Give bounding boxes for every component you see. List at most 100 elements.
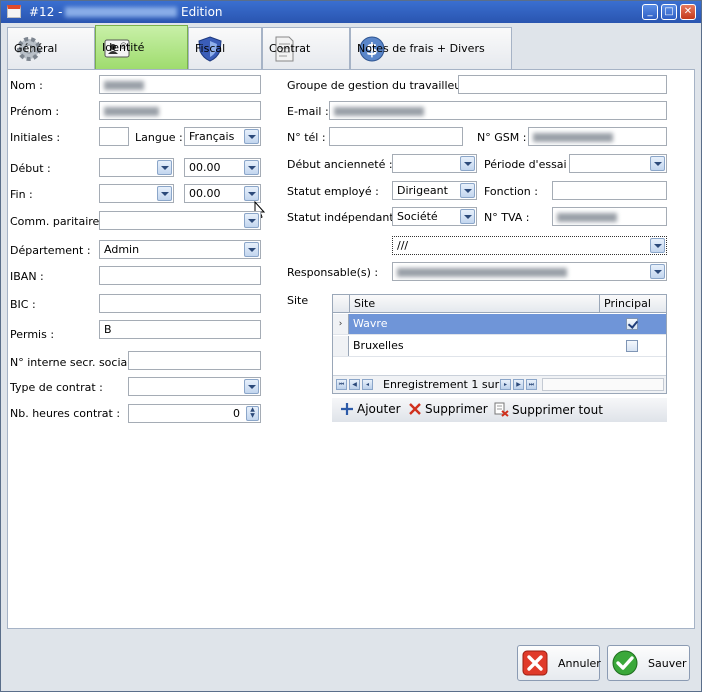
chevron-down-icon[interactable]	[244, 242, 259, 257]
type-contrat-select[interactable]	[128, 377, 261, 396]
chevron-down-icon[interactable]	[460, 156, 475, 171]
tab-strip: Général @ Identité Fiscal Contrat $ Note…	[7, 25, 697, 69]
debut-date-select[interactable]	[99, 158, 174, 177]
email-field[interactable]	[329, 101, 667, 120]
chevron-down-icon[interactable]	[650, 264, 665, 279]
title-bar[interactable]: #12 - Edition _ □ ✕	[1, 1, 701, 23]
row-pointer-icon: ›	[333, 314, 349, 334]
chevron-down-icon[interactable]	[460, 209, 475, 224]
app-icon	[7, 5, 21, 18]
statut-employe-select[interactable]: Dirigeant	[392, 181, 477, 200]
delete-all-sites-button[interactable]: Supprimer tout	[494, 402, 603, 417]
delete-icon	[409, 403, 421, 415]
essai-select[interactable]	[569, 154, 667, 173]
chevron-down-icon[interactable]	[244, 379, 259, 394]
prev-page-icon[interactable]: ◀	[349, 379, 360, 390]
nom-field[interactable]	[99, 75, 261, 94]
departement-select[interactable]: Admin	[99, 240, 261, 259]
langue-value: Français	[189, 130, 235, 143]
comm-paritaire-label: Comm. paritaire :	[10, 215, 107, 228]
column-header-principal[interactable]: Principal	[599, 295, 666, 313]
heures-value: 0	[233, 407, 240, 420]
add-site-button[interactable]: Ajouter	[340, 402, 401, 416]
permis-field[interactable]: B	[99, 320, 261, 339]
site-grid: Site Principal › Wavre Bruxelles ⏮ ◀ ◂ E…	[332, 294, 667, 394]
prenom-field[interactable]	[99, 101, 261, 120]
fin-date-select[interactable]	[99, 184, 174, 203]
redacted-value	[533, 132, 613, 142]
site-cell[interactable]: Wavre	[353, 317, 387, 330]
last-record-icon[interactable]: ⏭	[526, 379, 537, 390]
tab-fiscal[interactable]: Fiscal	[188, 27, 262, 69]
chevron-down-icon[interactable]	[650, 238, 665, 253]
close-button[interactable]: ✕	[680, 4, 696, 20]
save-button[interactable]: Sauver	[607, 645, 690, 681]
chevron-down-icon[interactable]	[244, 186, 259, 201]
column-header-site[interactable]: Site	[349, 295, 599, 313]
departement-value: Admin	[104, 243, 140, 256]
minimize-button[interactable]: _	[642, 4, 658, 20]
redacted-title	[65, 7, 177, 17]
fin-time-value: 00.00	[189, 187, 221, 200]
tab-general[interactable]: Général	[7, 27, 95, 69]
next-page-icon[interactable]: ▶	[513, 379, 524, 390]
langue-label: Langue :	[135, 131, 183, 144]
statut-independant-value: Société	[397, 210, 438, 223]
debut-time-select[interactable]: 00.00	[184, 158, 261, 177]
tva-label: N° TVA :	[484, 211, 530, 224]
tab-notes-label: Notes de frais + Divers	[357, 42, 485, 55]
first-record-icon[interactable]: ⏮	[336, 379, 347, 390]
initiales-field[interactable]	[99, 127, 129, 146]
email-label: E-mail :	[287, 105, 329, 118]
spinner-arrows-icon[interactable]: ▲ ▼	[246, 406, 259, 421]
statut-independant-label: Statut indépendant :	[287, 211, 401, 224]
tab-identite[interactable]: @ Identité	[95, 25, 188, 69]
chevron-down-icon[interactable]	[650, 156, 665, 171]
tva-field[interactable]	[552, 207, 667, 226]
window-title-prefix: #12 -	[29, 5, 63, 19]
iban-field[interactable]	[99, 266, 261, 285]
fin-time-select[interactable]: 00.00	[184, 184, 261, 203]
statut-independant-select[interactable]: Société	[392, 207, 477, 226]
tab-notes-de-frais[interactable]: $ Notes de frais + Divers	[350, 27, 512, 69]
statut-employe-label: Statut employé :	[287, 185, 379, 198]
groupe-field[interactable]	[458, 75, 667, 94]
groupe-label: Groupe de gestion du travailleur :	[287, 79, 473, 92]
interne-field[interactable]	[128, 351, 261, 370]
langue-select[interactable]: Français	[184, 127, 261, 146]
comm-paritaire-select[interactable]	[99, 211, 261, 230]
tab-contrat[interactable]: Contrat	[262, 27, 350, 69]
chevron-down-icon[interactable]	[244, 160, 259, 175]
heures-spinner[interactable]: 0 ▲ ▼	[128, 404, 261, 423]
table-row[interactable]: › Wavre	[333, 314, 666, 335]
chevron-down-icon[interactable]	[460, 183, 475, 198]
cancel-button[interactable]: Annuler	[517, 645, 601, 681]
site-cell[interactable]: Bruxelles	[353, 339, 404, 352]
principal-checkbox[interactable]	[626, 318, 638, 330]
pager-text: Enregistrement 1 sur 2	[383, 378, 510, 391]
bic-field[interactable]	[99, 294, 261, 313]
delete-site-button[interactable]: Supprimer	[408, 402, 488, 416]
fonction-field[interactable]	[552, 181, 667, 200]
chevron-down-icon[interactable]	[157, 186, 172, 201]
prenom-label: Prénom :	[10, 105, 60, 118]
anciennete-select[interactable]	[392, 154, 477, 173]
maximize-button[interactable]: □	[661, 4, 677, 20]
prev-record-icon[interactable]: ◂	[362, 379, 373, 390]
delete-all-label: Supprimer tout	[512, 402, 603, 417]
tel-label: N° tél :	[287, 131, 326, 144]
next-record-icon[interactable]: ▸	[500, 379, 511, 390]
chevron-down-icon[interactable]	[157, 160, 172, 175]
anciennete-label: Début ancienneté :	[287, 158, 393, 171]
tel-field[interactable]	[329, 127, 463, 146]
responsable-select[interactable]	[392, 262, 667, 281]
extra-select[interactable]: ///	[392, 236, 667, 255]
heures-label: Nb. heures contrat :	[10, 407, 121, 420]
horizontal-scrollbar[interactable]	[542, 378, 664, 391]
principal-checkbox[interactable]	[626, 340, 638, 352]
table-row[interactable]: Bruxelles	[333, 336, 666, 357]
gsm-field[interactable]	[528, 127, 667, 146]
checkmark-icon	[612, 650, 638, 676]
chevron-down-icon[interactable]	[244, 213, 259, 228]
chevron-down-icon[interactable]	[244, 129, 259, 144]
